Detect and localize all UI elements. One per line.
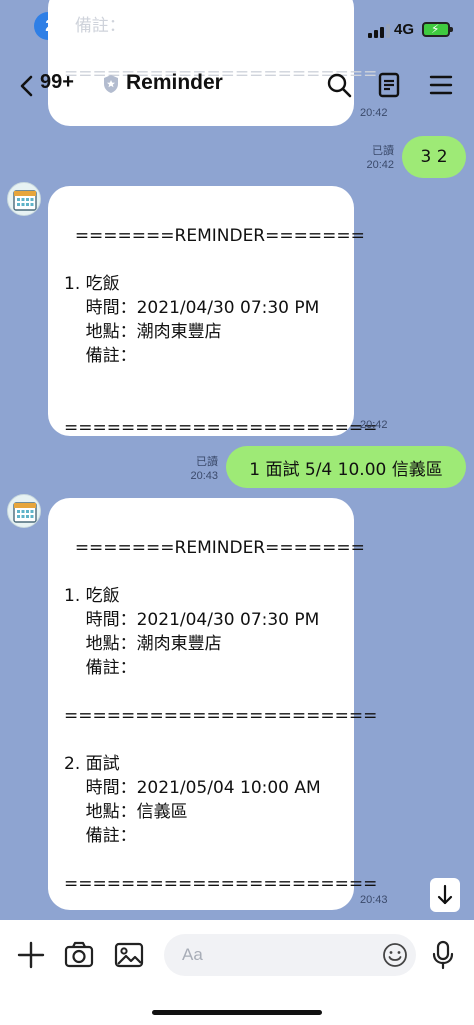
arrow-down-icon [437, 884, 453, 905]
message-bubble-outgoing[interactable]: 3 2 [402, 136, 466, 178]
calendar-icon [13, 502, 37, 523]
message-input-box[interactable] [164, 934, 416, 976]
read-receipt: 已讀 20:42 [366, 145, 394, 171]
notes-icon[interactable] [375, 71, 403, 99]
message-bubble-incoming[interactable]: =======REMINDER======= 1. 吃飯 時間：2021/04/… [48, 498, 377, 910]
message-text: =======REMINDER======= 1. 吃飯 時間：2021/04/… [64, 226, 378, 438]
read-receipt: 已讀 20:43 [190, 456, 218, 482]
chat-header: 99+ Reminder [0, 58, 474, 114]
message-time: 20:43 [360, 894, 388, 906]
message-input[interactable] [182, 945, 362, 965]
menu-icon[interactable] [427, 71, 455, 99]
bot-avatar[interactable] [7, 494, 41, 528]
chat-title: Reminder [126, 71, 223, 94]
signal-icon [368, 24, 390, 38]
network-type: 4G [394, 21, 415, 38]
search-icon[interactable] [325, 71, 353, 99]
message-text: 1 面試 5/4 10.00 信義區 [249, 459, 443, 480]
message-text: 3 2 [420, 147, 448, 167]
battery-icon: ⚡ [422, 22, 453, 37]
message-time: 20:42 [360, 419, 388, 431]
bot-avatar[interactable] [7, 182, 41, 216]
microphone-icon[interactable] [426, 938, 460, 972]
composer-bar [0, 920, 474, 1025]
home-indicator [152, 1010, 322, 1015]
calendar-icon [13, 190, 37, 211]
emoji-icon[interactable] [382, 942, 408, 968]
message-text: =======REMINDER======= 1. 吃飯 時間：2021/04/… [64, 538, 378, 894]
shield-icon [104, 75, 118, 93]
scroll-to-bottom-button[interactable] [430, 878, 460, 912]
camera-icon[interactable] [62, 938, 96, 972]
plus-icon[interactable] [14, 938, 48, 972]
unread-count[interactable]: 99+ [40, 71, 74, 94]
image-icon[interactable] [112, 938, 146, 972]
back-chevron-icon[interactable] [14, 72, 42, 100]
message-bubble-outgoing[interactable]: 1 面試 5/4 10.00 信義區 [226, 446, 466, 488]
message-bubble-incoming[interactable]: =======REMINDER======= 1. 吃飯 時間：2021/04/… [48, 186, 377, 438]
